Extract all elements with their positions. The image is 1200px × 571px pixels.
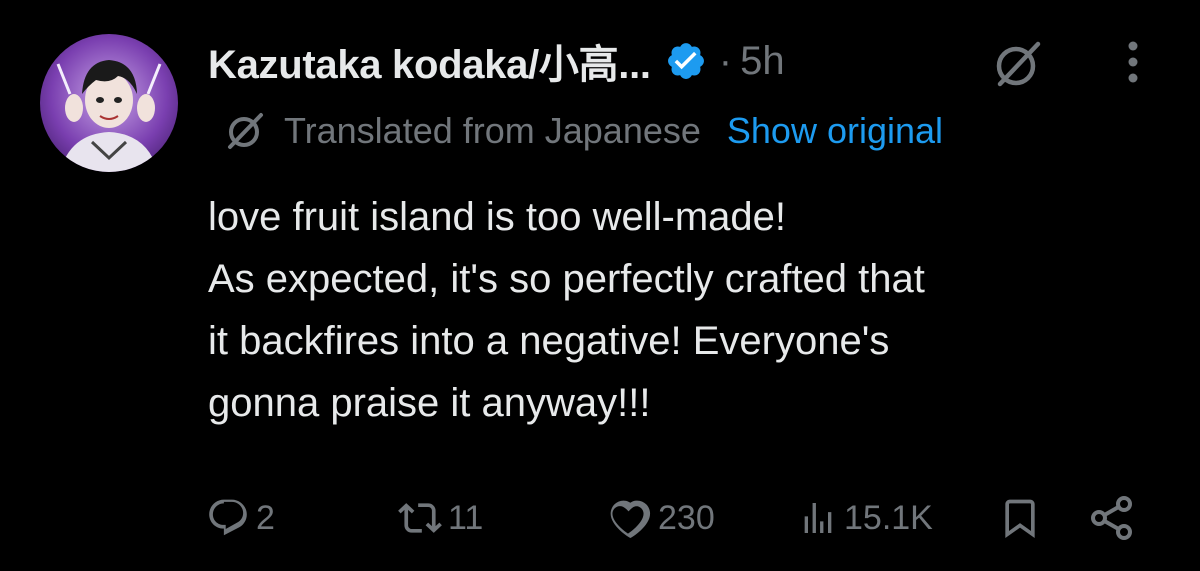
author-display-name[interactable]: Kazutaka kodaka/小高... [208, 32, 651, 90]
like-button[interactable]: 230 [608, 490, 715, 546]
reply-icon [209, 499, 247, 536]
like-count: 230 [658, 498, 715, 537]
reply-button[interactable]: 2 [206, 490, 275, 546]
post-timestamp[interactable]: 5h [740, 39, 785, 84]
views-count: 15.1K [844, 498, 933, 537]
views-icon [804, 503, 832, 533]
bookmark-icon [1005, 499, 1035, 539]
header-separator: · [718, 38, 733, 83]
more-icon[interactable] [1118, 38, 1148, 86]
views-button[interactable]: 15.1K [798, 490, 933, 546]
show-original-link[interactable]: Show original [727, 110, 943, 152]
bookmark-button[interactable] [998, 490, 1042, 546]
post-body: love fruit island is too well-made! As e… [208, 186, 1168, 434]
translate-grok-icon [224, 110, 266, 152]
translation-banner: Translated from Japanese Show original [224, 106, 943, 156]
author-avatar[interactable] [40, 34, 178, 172]
post-action-bar: 2 11 230 15.1K [0, 490, 1200, 546]
grok-icon[interactable] [992, 38, 1044, 90]
post-body-line: As expected, it's so perfectly crafted t… [208, 257, 925, 301]
repost-count: 11 [448, 498, 484, 537]
share-icon [1091, 496, 1132, 540]
post-body-line: it backfires into a negative! Everyone's [208, 319, 890, 363]
reply-count: 2 [256, 498, 275, 537]
repost-button[interactable]: 11 [398, 490, 483, 546]
translated-label: Translated from Japanese [284, 110, 701, 151]
like-icon [610, 500, 651, 539]
verified-badge-icon[interactable] [665, 40, 707, 82]
share-button[interactable] [1088, 490, 1136, 546]
post-body-line: gonna praise it anyway!!! [208, 381, 651, 425]
repost-icon [398, 503, 442, 533]
post-body-line: love fruit island is too well-made! [208, 195, 787, 239]
